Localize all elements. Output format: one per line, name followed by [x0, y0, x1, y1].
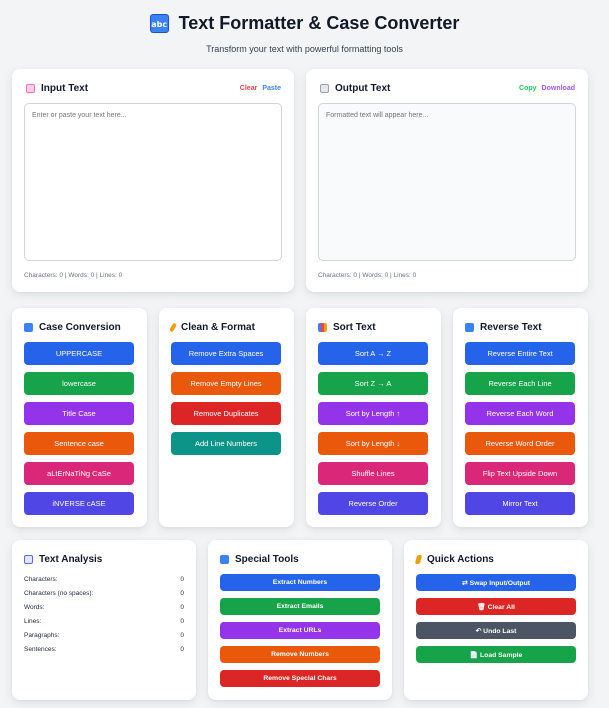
lightning-icon	[414, 555, 423, 564]
chart-increasing-icon	[24, 555, 33, 564]
remove-extra-spaces-button[interactable]: Remove Extra Spaces	[171, 342, 281, 365]
reverse-word-order-button[interactable]: Reverse Word Order	[465, 432, 575, 455]
analysis-value: 0	[180, 645, 184, 653]
analysis-label: Lines:	[24, 617, 42, 625]
analysis-value: 0	[180, 603, 184, 611]
output-panel: Output Text Copy Download Characters: 0 …	[306, 69, 588, 292]
input-textarea[interactable]	[24, 103, 282, 261]
analysis-value: 0	[180, 575, 184, 583]
analysis-row: Characters (no spaces): 0	[24, 586, 184, 600]
copy-link[interactable]: Copy	[519, 85, 537, 92]
output-textarea[interactable]	[318, 103, 576, 261]
page-title: Text Formatter & Case Converter	[178, 12, 460, 33]
analysis-row: Characters: 0	[24, 572, 184, 586]
abc-logo-icon: abc	[149, 13, 169, 33]
analysis-value: 0	[180, 589, 184, 597]
shuffle-lines-button[interactable]: Shuffle Lines	[318, 462, 428, 485]
input-panel: Input Text Clear Paste Characters: 0 | W…	[12, 69, 294, 292]
title-case-button[interactable]: Title Case	[24, 402, 134, 425]
reverse-each-line-button[interactable]: Reverse Each Line	[465, 372, 575, 395]
download-link[interactable]: Download	[542, 85, 575, 92]
reverse-text-title: Reverse Text	[480, 322, 542, 333]
clear-all-button[interactable]: 🗑 Clear All	[416, 598, 576, 615]
sort-by-length-button[interactable]: Sort by Length ↓	[318, 432, 428, 455]
reverse-order-button[interactable]: Reverse Order	[318, 492, 428, 515]
numbers-icon	[220, 555, 229, 564]
sort-text-panel: Sort Text Sort A → Z Sort Z → A Sort by Le…	[306, 308, 441, 527]
input-stats: Characters: 0 | Words: 0 | Lines: 0	[24, 272, 123, 279]
sort-a-z-button[interactable]: Sort A → Z	[318, 342, 428, 365]
special-tools-title: Special Tools	[235, 554, 299, 565]
inverse-case-button[interactable]: iNVERSE cASE	[24, 492, 134, 515]
clean-format-title: Clean & Format	[181, 322, 255, 333]
analysis-label: Sentences:	[24, 645, 57, 653]
analysis-row: Sentences: 0	[24, 642, 184, 656]
case-conversion-title: Case Conversion	[39, 322, 121, 333]
analysis-row: Lines: 0	[24, 614, 184, 628]
analysis-value: 0	[180, 631, 184, 639]
text-analysis-panel: Text Analysis Characters: 0 Characters (no…	[12, 540, 196, 700]
remove-duplicates-button[interactable]: Remove Duplicates	[171, 402, 281, 425]
flip-text-upside-down-button[interactable]: Flip Text Upside Down	[465, 462, 575, 485]
input-title: Input Text	[41, 83, 89, 94]
alternating-case-button[interactable]: aLtErNaTiNg CaSe	[24, 462, 134, 485]
analysis-row: Paragraphs: 0	[24, 628, 184, 642]
uppercase-button[interactable]: UPPERCASE	[24, 342, 134, 365]
sentence-case-button[interactable]: Sentence case	[24, 432, 134, 455]
analysis-label: Words:	[24, 603, 45, 611]
extract-emails-button[interactable]: Extract Emails	[220, 598, 380, 615]
broom-icon	[169, 322, 177, 333]
sort-by-length-button[interactable]: Sort by Length ↑	[318, 402, 428, 425]
analysis-label: Characters (no spaces):	[24, 589, 94, 597]
text-analysis-title: Text Analysis	[39, 554, 103, 565]
analysis-value: 0	[180, 617, 184, 625]
extract-urls-button[interactable]: Extract URLs	[220, 622, 380, 639]
analysis-label: Paragraphs:	[24, 631, 60, 639]
lowercase-button[interactable]: lowercase	[24, 372, 134, 395]
quick-actions-title: Quick Actions	[427, 554, 494, 565]
extract-numbers-button[interactable]: Extract Numbers	[220, 574, 380, 591]
reverse-text-panel: Reverse Text Reverse Entire Text Reverse …	[453, 308, 588, 527]
refresh-icon	[465, 323, 474, 332]
clear-link[interactable]: Clear	[240, 85, 258, 92]
analysis-label: Characters:	[24, 575, 58, 583]
page-header: abc Text Formatter & Case Converter Tran…	[0, 0, 609, 54]
page-subtitle: Transform your text with powerful format…	[206, 44, 403, 54]
paste-link[interactable]: Paste	[262, 85, 281, 92]
remove-empty-lines-button[interactable]: Remove Empty Lines	[171, 372, 281, 395]
remove-numbers-button[interactable]: Remove Numbers	[220, 646, 380, 663]
document-icon	[320, 84, 329, 93]
sort-text-title: Sort Text	[333, 322, 376, 333]
swap-input-output-button[interactable]: ⇄ Swap Input/Output	[416, 574, 576, 591]
quick-actions-panel: Quick Actions ⇄ Swap Input/Output 🗑 Clear…	[404, 540, 588, 700]
remove-special-chars-button[interactable]: Remove Special Chars	[220, 670, 380, 687]
memo-icon	[26, 84, 35, 93]
output-stats: Characters: 0 | Words: 0 | Lines: 0	[318, 272, 417, 279]
output-title: Output Text	[335, 83, 391, 94]
case-conversion-panel: Case Conversion UPPERCASE lowercase Title …	[12, 308, 147, 527]
reverse-entire-text-button[interactable]: Reverse Entire Text	[465, 342, 575, 365]
bar-chart-icon	[318, 323, 327, 332]
undo-last-button[interactable]: ↶ Undo Last	[416, 622, 576, 639]
sort-z-a-button[interactable]: Sort Z → A	[318, 372, 428, 395]
analysis-row: Words: 0	[24, 600, 184, 614]
abc-icon	[24, 323, 33, 332]
load-sample-button[interactable]: 📄 Load Sample	[416, 646, 576, 663]
clean-format-panel: Clean & Format Remove Extra Spaces Remove…	[159, 308, 294, 527]
reverse-each-word-button[interactable]: Reverse Each Word	[465, 402, 575, 425]
special-tools-panel: Special Tools Extract Numbers Extract Ema…	[208, 540, 392, 700]
mirror-text-button[interactable]: Mirror Text	[465, 492, 575, 515]
add-line-numbers-button[interactable]: Add Line Numbers	[171, 432, 281, 455]
